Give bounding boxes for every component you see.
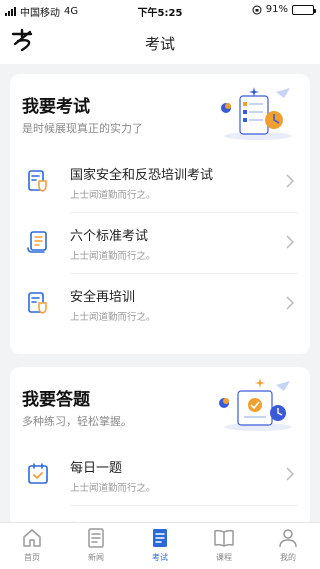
exam-item-desc: 上士闻道勤而行之。 <box>70 190 156 201</box>
exam-item-title: 安全再培训 <box>70 290 136 305</box>
tab-label: 课程 <box>216 553 232 562</box>
tab-mine[interactable]: 我的 <box>256 527 320 567</box>
status-bar: 中国移动 4G 下午5:25 91% <box>0 0 320 20</box>
chevron-right-icon <box>286 296 294 310</box>
home-icon <box>23 529 41 547</box>
exam-illustration <box>221 87 292 140</box>
exam-item-title: 国家安全和反恐培训考试 <box>70 168 214 183</box>
tab-label: 首页 <box>24 553 40 562</box>
tab-label: 新闻 <box>88 553 104 562</box>
exam-icon <box>153 529 167 547</box>
battery-percent: 91% <box>265 4 288 15</box>
exam-item-1[interactable]: 六个标准考试 上士闻道勤而行之。 <box>10 213 310 273</box>
practice-section-subtitle: 多种练习，轻松掌握。 <box>22 415 132 428</box>
shield-document-icon <box>28 170 47 192</box>
exam-item-title: 六个标准考试 <box>70 229 149 244</box>
exam-item-0[interactable]: 国家安全和反恐培训考试 上士闻道勤而行之。 <box>10 152 310 212</box>
chevron-right-icon <box>286 235 294 249</box>
practice-card: 我要答题 多种练习，轻松掌握。 每日一题 上士闻道勤而行之。 每日一题 <box>10 367 310 527</box>
page-title: 考试 <box>144 35 175 53</box>
tab-exam[interactable]: 考试 <box>128 527 192 567</box>
exam-section-subtitle: 是时候展现真正的实力了 <box>22 122 143 135</box>
exam-item-desc: 上士闻道勤而行之。 <box>70 312 156 323</box>
status-right: 91% <box>252 4 316 15</box>
practice-section-title: 我要答题 <box>22 390 90 410</box>
exam-item-desc: 上士闻道勤而行之。 <box>70 251 156 262</box>
exam-card: 我要考试 是时候展现真正的实力了 国家安全和反恐培训考试 上士闻道勤而行之。 六… <box>10 74 310 354</box>
tab-label: 我的 <box>280 553 296 562</box>
exam-section-title: 我要考试 <box>22 97 90 117</box>
practice-item-title: 每日一题 <box>70 461 123 476</box>
chevron-right-icon <box>286 467 294 481</box>
person-icon <box>279 529 297 548</box>
practice-item-desc: 上士闻道勤而行之。 <box>70 483 156 494</box>
battery-icon <box>292 4 316 15</box>
shield-document-icon <box>28 292 47 314</box>
practice-illustration <box>219 378 292 431</box>
news-icon <box>88 528 104 548</box>
bottom-tab-bar: 首页 新闻 考试 课程 我的 <box>0 522 320 569</box>
tab-home[interactable]: 首页 <box>0 527 64 567</box>
book-icon <box>214 529 234 547</box>
tab-course[interactable]: 课程 <box>192 527 256 567</box>
chevron-right-icon <box>286 174 294 188</box>
scroll-document-icon <box>27 231 47 253</box>
app-header: 考试 <box>0 20 320 64</box>
orientation-lock-icon <box>252 5 262 14</box>
tab-label: 考试 <box>152 553 168 562</box>
exam-item-2[interactable]: 安全再培训 上士闻道勤而行之。 <box>10 274 310 334</box>
calendar-check-icon <box>28 463 48 484</box>
tab-news[interactable]: 新闻 <box>64 527 128 567</box>
practice-item-0[interactable]: 每日一题 上士闻道勤而行之。 <box>10 445 310 505</box>
